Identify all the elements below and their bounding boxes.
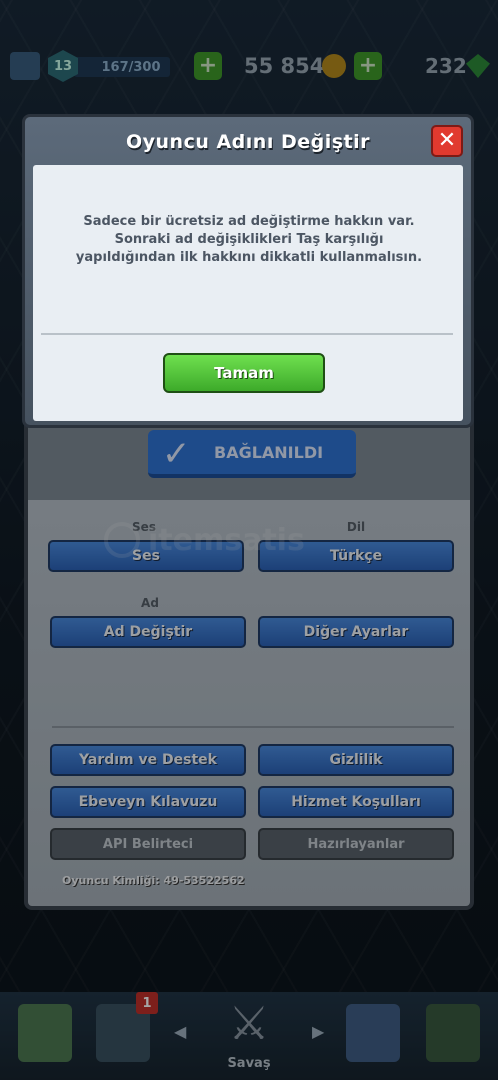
close-button[interactable]: ✕ (431, 125, 463, 157)
ok-button[interactable]: Tamam (163, 353, 325, 393)
dialog-body: Sadece bir ücretsiz ad değiştirme hakkın… (33, 165, 463, 421)
dialog-title: Oyuncu Adını Değiştir (125, 131, 370, 153)
change-name-dialog: Oyuncu Adını Değiştir ✕ Sadece bir ücret… (22, 114, 474, 428)
dialog-divider (41, 333, 453, 335)
dialog-message: Sadece bir ücretsiz ad değiştirme hakkın… (75, 214, 423, 265)
